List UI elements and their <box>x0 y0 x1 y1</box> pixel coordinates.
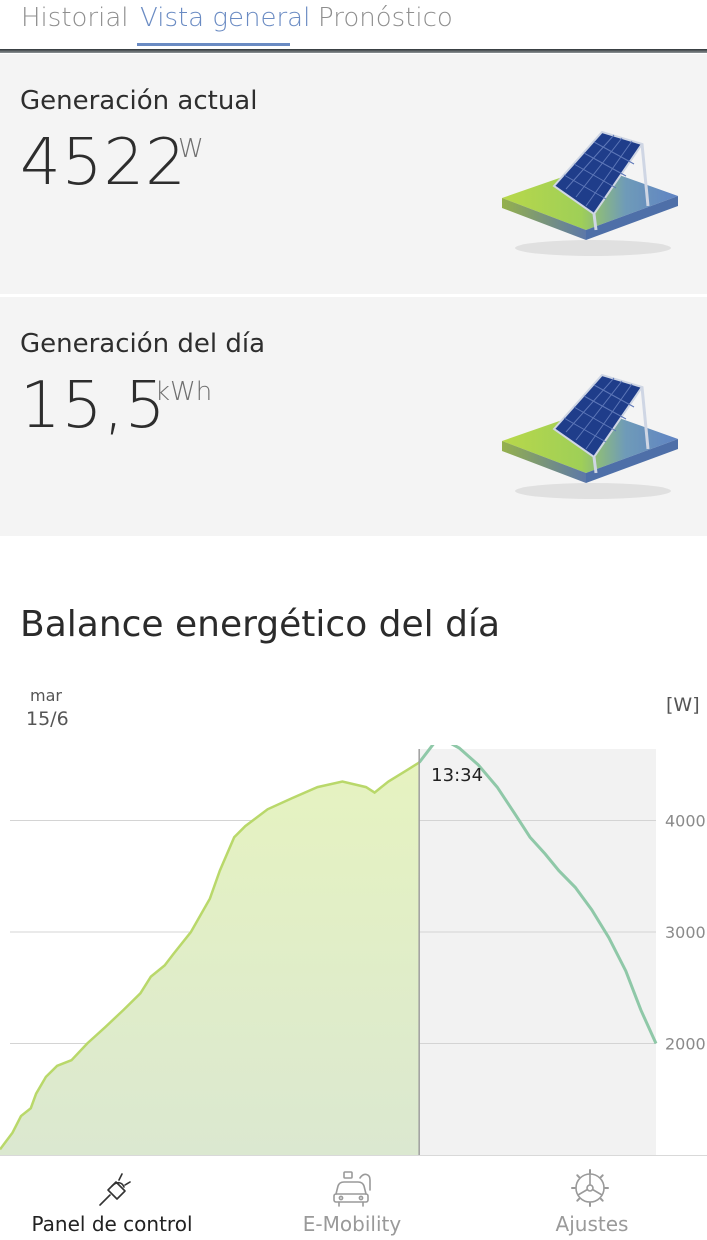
top-tabs: Historial Vista general Pronóstico <box>0 0 707 50</box>
tabs-divider <box>0 49 707 53</box>
current-time-label: 13:34 <box>431 765 483 786</box>
y-tick-label: 3000 <box>665 923 706 942</box>
tab-pronostico[interactable]: Pronóstico <box>318 3 453 33</box>
chart-weekday: mar <box>30 686 62 705</box>
daily-generation-card[interactable]: Generación del día 15,5 kWh <box>0 297 707 536</box>
energy-balance-chart[interactable]: 13:34 4000 3000 2000 <box>0 745 707 1155</box>
daily-generation-value: 15,5 <box>20 369 167 443</box>
chart-unit-label: [W] <box>666 694 700 716</box>
solar-panel-illustration <box>502 130 678 256</box>
production-area <box>0 762 420 1155</box>
plug-icon <box>99 1173 131 1206</box>
settings-wheel-icon <box>571 1169 609 1207</box>
nav-e-mobility[interactable]: E-Mobility <box>232 1156 472 1240</box>
current-generation-value: 4522 <box>20 126 187 200</box>
solar-panel-illustration <box>502 373 678 499</box>
nav-ajustes[interactable]: Ajustes <box>467 1156 707 1240</box>
bottom-navigation: Panel de control E-Mobility Ajustes <box>0 1155 707 1240</box>
daily-generation-unit: kWh <box>155 377 213 407</box>
y-tick-label: 2000 <box>665 1035 706 1054</box>
current-generation-card[interactable]: Generación actual 4522 W <box>0 54 707 294</box>
nav-panel-de-control-label: Panel de control <box>31 1212 193 1236</box>
tab-vista-general[interactable]: Vista general <box>140 3 310 33</box>
y-tick-label: 4000 <box>665 812 706 831</box>
tab-historial[interactable]: Historial <box>21 3 129 33</box>
daily-generation-title: Generación del día <box>20 329 266 359</box>
balance-title: Balance energético del día <box>20 604 501 645</box>
current-generation-title: Generación actual <box>20 86 258 116</box>
active-tab-indicator <box>137 43 290 46</box>
forecast-background <box>419 749 656 1155</box>
current-generation-unit: W <box>178 134 204 164</box>
nav-ajustes-label: Ajustes <box>555 1212 629 1236</box>
car-charging-icon <box>333 1171 371 1207</box>
nav-panel-de-control[interactable]: Panel de control <box>0 1156 240 1240</box>
nav-e-mobility-label: E-Mobility <box>302 1212 402 1236</box>
chart-date[interactable]: 15/6 <box>26 708 69 730</box>
